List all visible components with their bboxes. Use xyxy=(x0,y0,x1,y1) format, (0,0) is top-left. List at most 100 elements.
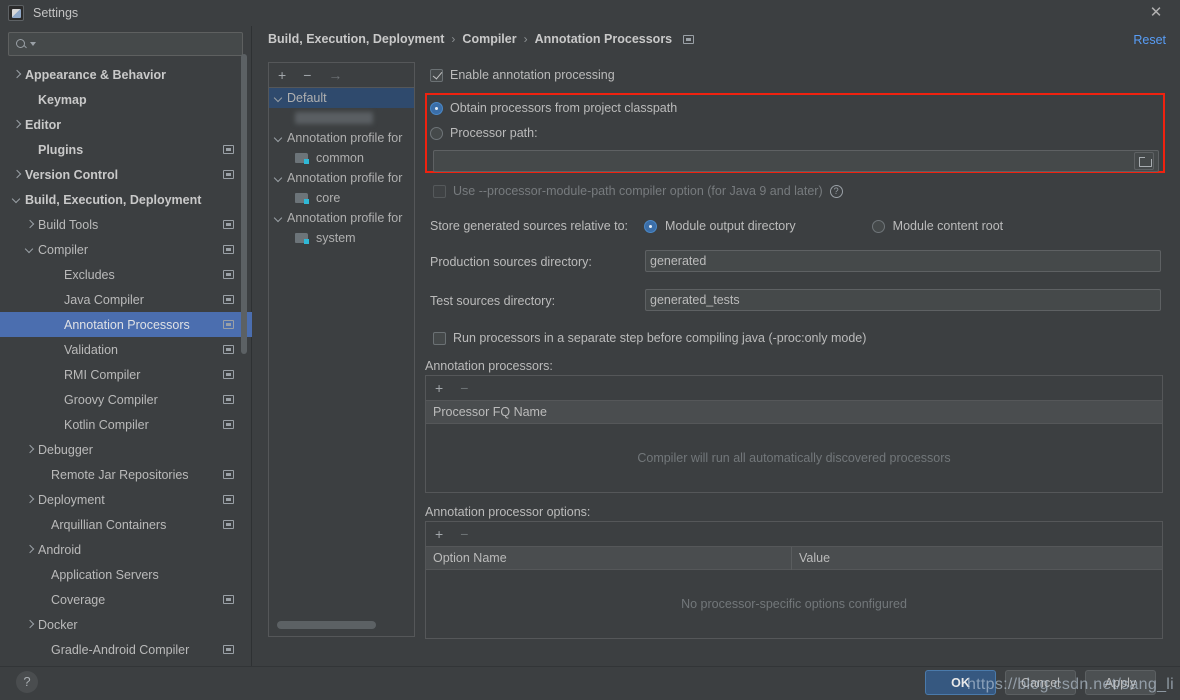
test-sources-field[interactable]: generated_tests xyxy=(645,289,1161,311)
sidebar-item-android[interactable]: Android xyxy=(0,537,252,562)
chevron-down-icon[interactable] xyxy=(272,132,285,145)
sidebar-item-coverage[interactable]: Coverage xyxy=(0,587,252,612)
sidebar-item-arquillian-containers[interactable]: Arquillian Containers xyxy=(0,512,252,537)
apply-button[interactable]: Apply xyxy=(1085,670,1156,695)
chevron-right-icon[interactable] xyxy=(10,118,23,131)
obtain-from-classpath-row[interactable]: Obtain processors from project classpath xyxy=(430,101,677,115)
profile-module-row[interactable]: system xyxy=(269,228,414,248)
obtain-from-classpath-radio[interactable] xyxy=(430,101,443,115)
processors-table-empty: Compiler will run all automatically disc… xyxy=(637,451,951,465)
profile-module-row[interactable]: core xyxy=(269,188,414,208)
sidebar-item-debugger[interactable]: Debugger xyxy=(0,437,252,462)
enable-annotation-processing-checkbox[interactable] xyxy=(430,68,443,82)
chevron-right-icon[interactable] xyxy=(23,218,36,231)
project-scope-icon xyxy=(223,420,234,429)
sidebar-item-compiler[interactable]: Compiler xyxy=(0,237,252,262)
cancel-button[interactable]: Cancel xyxy=(1005,670,1076,695)
help-icon[interactable]: ? xyxy=(829,184,843,198)
sidebar-item-plugins[interactable]: Plugins xyxy=(0,137,252,162)
sidebar-item-validation[interactable]: Validation xyxy=(0,337,252,362)
breadcrumb-item-1[interactable]: Compiler xyxy=(462,32,516,46)
chevron-down-icon[interactable] xyxy=(272,172,285,185)
chevron-right-icon[interactable] xyxy=(10,168,23,181)
chevron-down-icon[interactable] xyxy=(10,193,23,206)
profile-row[interactable]: Default xyxy=(269,88,414,108)
sidebar-item-application-servers[interactable]: Application Servers xyxy=(0,562,252,587)
search-box[interactable] xyxy=(8,32,243,56)
project-scope-icon xyxy=(223,595,234,604)
sidebar-item-keymap[interactable]: Keymap xyxy=(0,87,252,112)
add-processor-button[interactable]: + xyxy=(435,381,443,395)
enable-annotation-processing-row[interactable]: Enable annotation processing xyxy=(430,68,615,82)
remove-option-button[interactable]: − xyxy=(460,527,468,541)
settings-tree[interactable]: Appearance & Behavior Keymap Editor Plugins… xyxy=(0,62,252,666)
separate-step-row[interactable]: Run processors in a separate step before… xyxy=(433,331,866,345)
profile-row[interactable]: Annotation profile for xyxy=(269,208,414,228)
ok-button[interactable]: OK xyxy=(925,670,996,695)
sidebar-item-kotlin-compiler[interactable]: Kotlin Compiler xyxy=(0,412,252,437)
enable-annotation-processing-label: Enable annotation processing xyxy=(450,68,615,82)
sidebar-item-build-execution-deployment[interactable]: Build, Execution, Deployment xyxy=(0,187,252,212)
processors-col-fqname: Processor FQ Name xyxy=(433,405,547,419)
production-sources-field[interactable]: generated xyxy=(645,250,1161,272)
sidebar-item-rmi-compiler[interactable]: RMI Compiler xyxy=(0,362,252,387)
processors-table-label: Annotation processors: xyxy=(425,359,553,373)
profile-module-row[interactable]: common xyxy=(269,148,414,168)
chevron-right-icon[interactable] xyxy=(23,493,36,506)
chevron-right-icon[interactable] xyxy=(23,543,36,556)
chevron-right-icon[interactable] xyxy=(10,68,23,81)
processor-path-field[interactable] xyxy=(433,150,1159,172)
processor-module-path-row[interactable]: Use --processor-module-path compiler opt… xyxy=(433,184,843,198)
processor-path-row[interactable]: Processor path: xyxy=(430,126,538,140)
chevron-right-icon[interactable] xyxy=(23,618,36,631)
sidebar-item-annotation-processors[interactable]: Annotation Processors xyxy=(0,312,252,337)
folder-icon[interactable] xyxy=(1134,152,1154,170)
close-icon[interactable]: ✕ xyxy=(1146,4,1166,22)
profile-row[interactable]: Annotation profile for xyxy=(269,128,414,148)
store-relative-row: Store generated sources relative to: Mod… xyxy=(430,219,1003,233)
module-output-directory-radio[interactable] xyxy=(644,219,658,233)
settings-sidebar: Appearance & Behavior Keymap Editor Plugins… xyxy=(0,26,252,666)
profile-row[interactable] xyxy=(269,108,414,128)
sidebar-item-appearance-behavior[interactable]: Appearance & Behavior xyxy=(0,62,252,87)
sidebar-item-deployment[interactable]: Deployment xyxy=(0,487,252,512)
profiles-list[interactable]: Default Annotation profile for common Annot… xyxy=(269,88,414,613)
sidebar-item-build-tools[interactable]: Build Tools xyxy=(0,212,252,237)
reset-link[interactable]: Reset xyxy=(1133,33,1166,47)
sidebar-item-label: Editor xyxy=(25,117,62,132)
sidebar-item-gradle-android-compiler[interactable]: Gradle-Android Compiler xyxy=(0,637,252,662)
sidebar-item-excludes[interactable]: Excludes xyxy=(0,262,252,287)
sidebar-item-java-compiler[interactable]: Java Compiler xyxy=(0,287,252,312)
processor-path-radio[interactable] xyxy=(430,126,443,140)
chevron-right-icon[interactable] xyxy=(23,443,36,456)
breadcrumb-item-0[interactable]: Build, Execution, Deployment xyxy=(268,32,444,46)
remove-processor-button[interactable]: − xyxy=(460,381,468,395)
move-profile-button[interactable]: → xyxy=(328,68,342,82)
project-scope-icon xyxy=(223,645,234,654)
profile-label: Annotation profile for xyxy=(287,211,403,225)
chevron-down-icon[interactable] xyxy=(272,212,285,225)
sidebar-scrollbar[interactable] xyxy=(241,54,247,354)
chevron-down-icon[interactable] xyxy=(272,92,285,105)
profiles-hscroll-thumb[interactable] xyxy=(277,621,376,629)
module-content-root-radio[interactable] xyxy=(871,219,885,233)
add-option-button[interactable]: + xyxy=(435,527,443,541)
search-input[interactable] xyxy=(36,36,236,52)
remove-profile-button[interactable]: − xyxy=(303,68,311,82)
sidebar-item-remote-jar-repositories[interactable]: Remote Jar Repositories xyxy=(0,462,252,487)
add-profile-button[interactable]: + xyxy=(278,68,286,82)
processor-module-path-checkbox[interactable] xyxy=(433,184,446,198)
project-scope-icon xyxy=(223,245,234,254)
profile-row[interactable]: Annotation profile for xyxy=(269,168,414,188)
chevron-down-icon[interactable] xyxy=(23,243,36,256)
sidebar-item-version-control[interactable]: Version Control xyxy=(0,162,252,187)
help-button[interactable]: ? xyxy=(16,671,38,693)
sidebar-item-groovy-compiler[interactable]: Groovy Compiler xyxy=(0,387,252,412)
separate-step-checkbox[interactable] xyxy=(433,331,446,345)
sidebar-item-editor[interactable]: Editor xyxy=(0,112,252,137)
profiles-panel: + − → Default Annotation profile for commo… xyxy=(268,62,415,637)
sidebar-item-docker[interactable]: Docker xyxy=(0,612,252,637)
